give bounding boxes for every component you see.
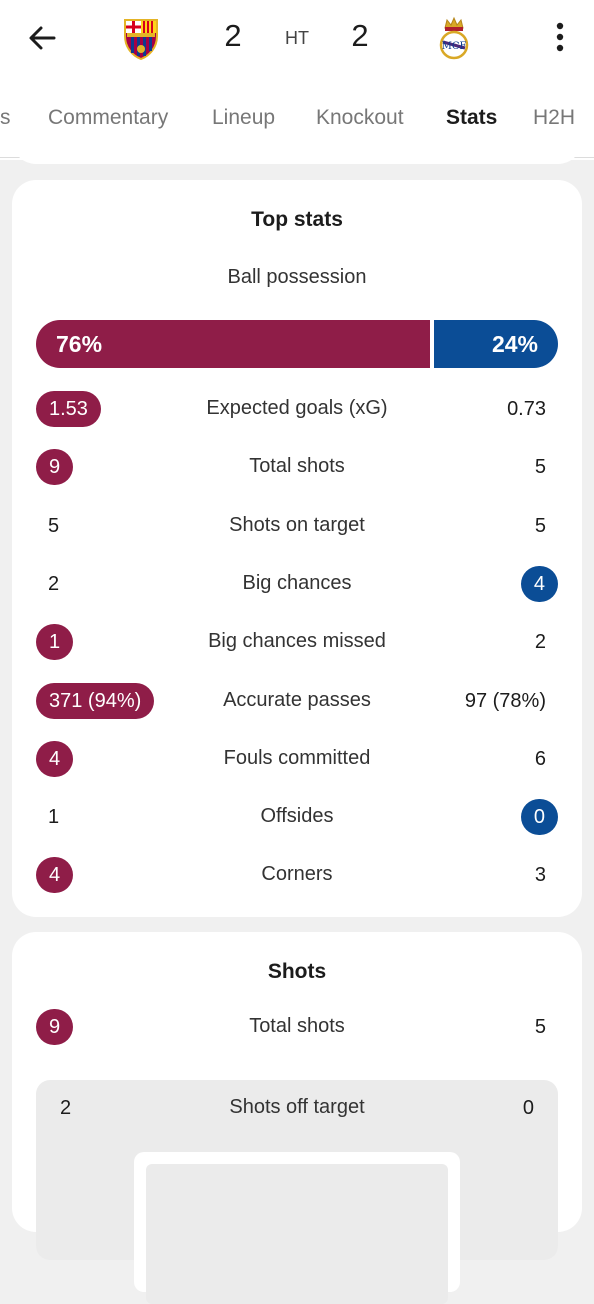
stat-away-value: 2 bbox=[534, 631, 546, 653]
tab-summary[interactable]: s bbox=[0, 106, 11, 156]
stat-row: 4 Corners 3 bbox=[12, 855, 582, 895]
away-team-crest[interactable]: MCF bbox=[434, 16, 474, 60]
stat-away-value: 0 bbox=[520, 799, 558, 835]
top-stats-title: Top stats bbox=[251, 208, 343, 231]
match-status: HT bbox=[285, 28, 309, 48]
away-score: 2 bbox=[351, 18, 369, 53]
stat-away-value: 5 bbox=[534, 456, 546, 478]
stat-label: Corners bbox=[261, 863, 333, 885]
possession-bar: 76% 24% bbox=[36, 320, 558, 368]
possession-home-value: 76% bbox=[56, 331, 103, 357]
stat-row-shots-off-target: 2 Shots off target 0 bbox=[36, 1088, 558, 1128]
more-vertical-icon bbox=[556, 22, 564, 52]
stat-row: 4 Fouls committed 6 bbox=[12, 739, 582, 779]
stat-label: Shots on target bbox=[229, 514, 365, 536]
top-stats-card: Top stats Ball possession 76% 24% 1.53 Ex… bbox=[12, 180, 582, 917]
stat-label: Big chances missed bbox=[208, 630, 386, 652]
stat-label: Fouls committed bbox=[223, 747, 371, 769]
arrow-left-icon bbox=[29, 26, 56, 50]
previous-card-edge bbox=[12, 140, 582, 164]
possession-away-segment: 24% bbox=[434, 320, 558, 368]
shots-title: Shots bbox=[267, 960, 327, 983]
stat-row: 1 Big chances missed 2 bbox=[12, 622, 582, 662]
possession-home-segment: 76% bbox=[36, 320, 430, 368]
stat-label: Offsides bbox=[260, 805, 334, 827]
stat-away-value: 5 bbox=[534, 515, 546, 537]
possession-label: Ball possession bbox=[227, 266, 367, 288]
stat-away-value: 97 (78%) bbox=[464, 690, 546, 712]
stat-away-value: 5 bbox=[534, 1016, 546, 1038]
stat-row: 1 Offsides 0 bbox=[12, 797, 582, 837]
stat-label: Total shots bbox=[249, 455, 345, 477]
home-team-crest[interactable] bbox=[121, 16, 161, 61]
shots-detail-panel: 2 Shots off target 0 bbox=[36, 1080, 558, 1304]
stat-row: 1.53 Expected goals (xG) 0.73 bbox=[12, 389, 582, 429]
home-score: 2 bbox=[224, 18, 242, 53]
stat-away-value: 6 bbox=[534, 748, 546, 770]
stat-label: Big chances bbox=[242, 572, 352, 594]
more-options-button[interactable] bbox=[546, 20, 574, 54]
stat-away-value: 0 bbox=[522, 1097, 534, 1119]
shot-map-frame bbox=[134, 1152, 460, 1304]
shot-map-area bbox=[146, 1164, 448, 1304]
stat-away-value: 0.73 bbox=[507, 398, 546, 420]
back-button[interactable] bbox=[26, 22, 58, 54]
stat-label: Shots off target bbox=[229, 1096, 365, 1118]
stat-label: Total shots bbox=[249, 1015, 345, 1037]
stat-row: 2 Big chances 4 bbox=[12, 564, 582, 604]
stat-label: Expected goals (xG) bbox=[206, 397, 388, 419]
stat-row: 9 Total shots 5 bbox=[12, 447, 582, 487]
stat-row: 5 Shots on target 5 bbox=[12, 506, 582, 546]
svg-text:MCF: MCF bbox=[442, 41, 467, 52]
real-madrid-crest-icon: MCF bbox=[439, 16, 469, 60]
stat-row: 371 (94%) Accurate passes 97 (78%) bbox=[12, 681, 582, 721]
match-header: 2 HT 2 MCF s Commentary Lineup Knockout … bbox=[0, 0, 594, 160]
stat-away-value: 4 bbox=[520, 566, 558, 602]
barcelona-crest-icon bbox=[124, 19, 158, 61]
shots-card: Shots 9 Total shots 5 2 Shots off target… bbox=[12, 932, 582, 1304]
possession-away-value: 24% bbox=[491, 331, 538, 357]
stat-away-value: 3 bbox=[534, 864, 546, 886]
stat-row-total-shots: 9 Total shots 5 bbox=[12, 1007, 582, 1047]
